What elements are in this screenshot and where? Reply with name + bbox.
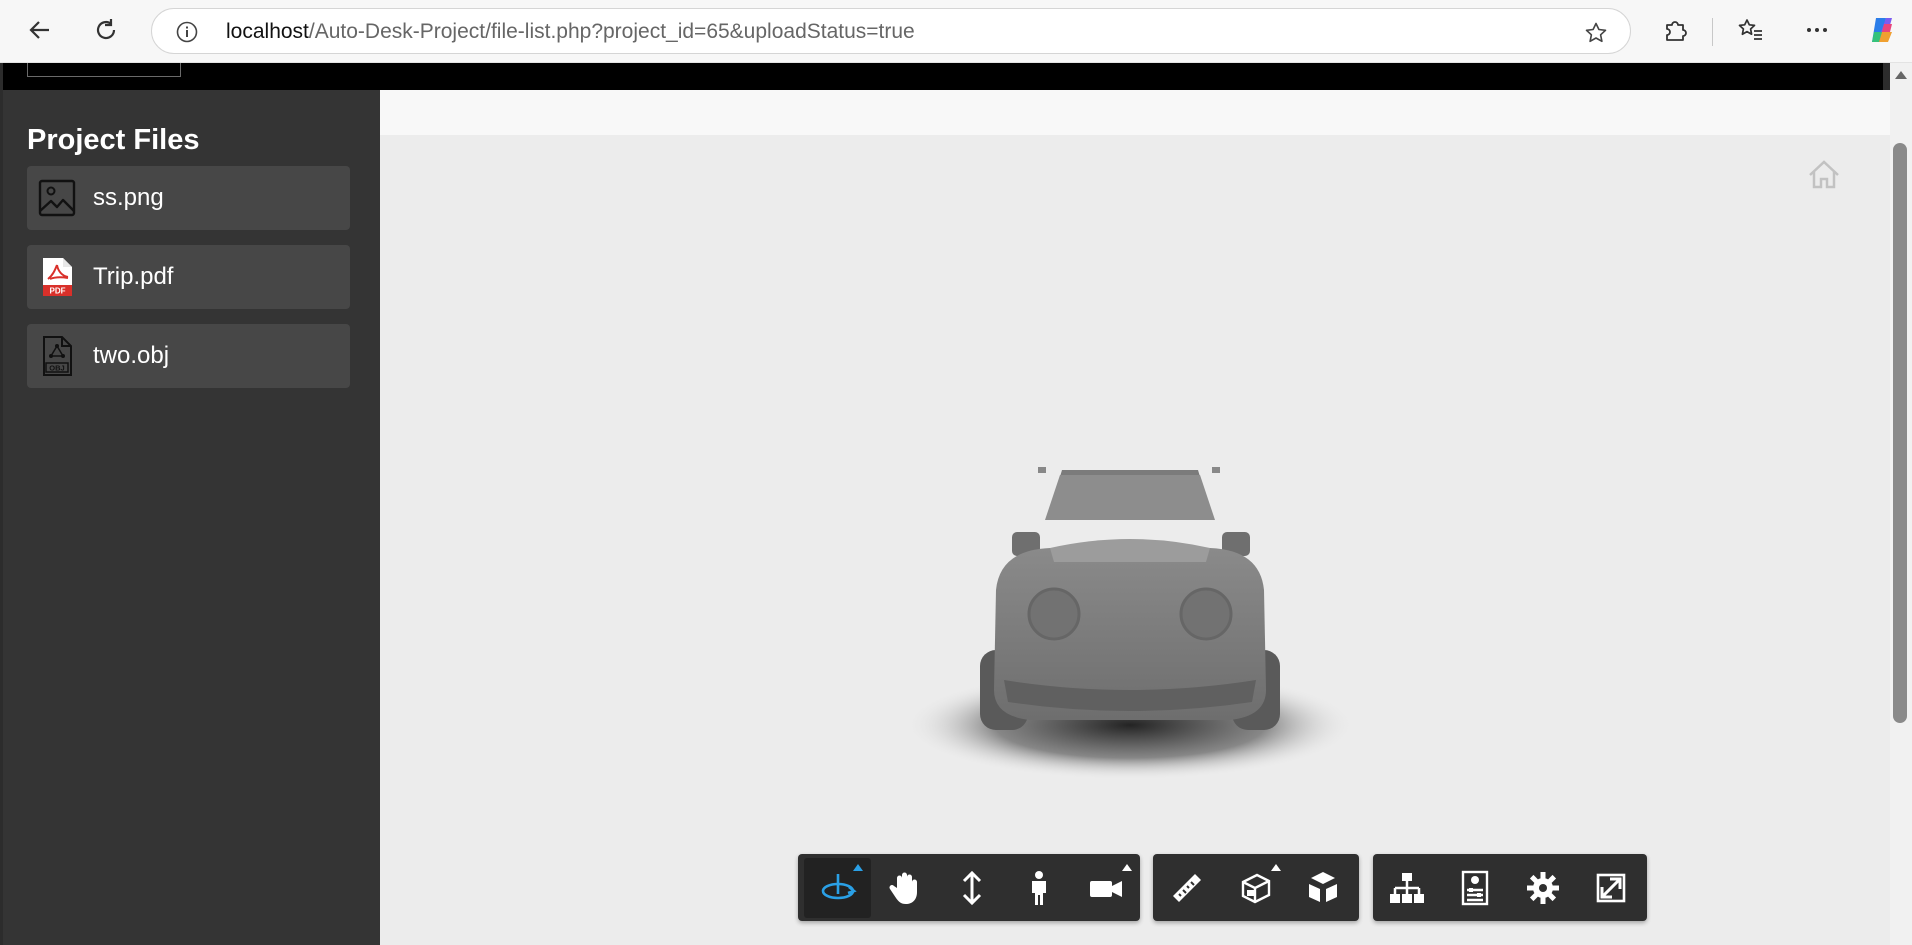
obj-file-icon: OBJ xyxy=(37,336,77,376)
fullscreen-icon xyxy=(1596,873,1626,902)
url-path: /Auto-Desk-Project/file-list.php?project… xyxy=(308,20,915,43)
fullscreen-button[interactable] xyxy=(1577,858,1645,918)
back-arrow-icon xyxy=(29,21,49,39)
camera-icon xyxy=(1090,880,1123,897)
section-icon xyxy=(1241,873,1271,903)
properties-button[interactable] xyxy=(1441,858,1509,918)
more-menu-button[interactable] xyxy=(1801,14,1833,46)
favorite-star-icon[interactable] xyxy=(1584,21,1608,45)
pdf-file-icon: PDF xyxy=(37,257,77,297)
refresh-icon xyxy=(96,19,116,40)
back-button[interactable] xyxy=(20,10,60,50)
explode-tool-button[interactable] xyxy=(1289,858,1357,918)
camera-tool-button[interactable] xyxy=(1073,858,1140,918)
pdf-badge: PDF xyxy=(50,287,66,296)
file-item-ss-png[interactable]: ss.png xyxy=(27,166,350,230)
toolbar-divider xyxy=(1712,18,1713,46)
scroll-thumb[interactable] xyxy=(1893,143,1907,723)
model-browser-button[interactable] xyxy=(1373,858,1441,918)
zoom-icon xyxy=(962,870,982,905)
measure-icon xyxy=(1173,873,1201,902)
browser-toolbar: localhost/Auto-Desk-Project/file-list.ph… xyxy=(0,0,1912,63)
url-text[interactable]: localhost/Auto-Desk-Project/file-list.ph… xyxy=(226,9,915,55)
scroll-up-arrow-icon[interactable] xyxy=(1895,71,1907,79)
copilot-button[interactable] xyxy=(1866,14,1898,46)
settings-icon xyxy=(1527,871,1559,904)
obj-badge: OBJ xyxy=(49,364,64,373)
favorites-button[interactable] xyxy=(1734,14,1766,46)
file-name: ss.png xyxy=(93,184,164,211)
navigation-toolbar xyxy=(798,854,1140,921)
favorites-list-icon xyxy=(1738,19,1762,40)
file-name: Trip.pdf xyxy=(93,263,174,290)
home-icon[interactable] xyxy=(1806,158,1842,192)
dropdown-caret[interactable] xyxy=(1122,863,1133,871)
viewer-header xyxy=(380,90,1890,135)
first-person-icon xyxy=(1032,870,1047,905)
section-tool-button[interactable] xyxy=(1221,858,1289,918)
settings-button[interactable] xyxy=(1509,858,1577,918)
pan-tool-button[interactable] xyxy=(871,858,938,918)
site-info-icon[interactable] xyxy=(176,21,198,43)
measure-tool-button[interactable] xyxy=(1153,858,1221,918)
dropdown-caret[interactable] xyxy=(853,863,864,871)
modeling-toolbar xyxy=(1153,854,1359,921)
file-item-trip-pdf[interactable]: PDF Trip.pdf xyxy=(27,245,350,309)
logo-box[interactable] xyxy=(27,63,181,77)
app-page: Project Files ss.png PDF Trip.pdf OBJ tw… xyxy=(0,63,1890,945)
settings-toolbar xyxy=(1373,854,1647,921)
first-person-tool-button[interactable] xyxy=(1006,858,1073,918)
puzzle-icon xyxy=(1666,21,1687,41)
file-item-two-obj[interactable]: OBJ two.obj xyxy=(27,324,350,388)
image-file-icon xyxy=(37,178,77,218)
copilot-icon xyxy=(1872,18,1892,42)
url-host: localhost xyxy=(226,20,309,43)
zoom-tool-button[interactable] xyxy=(938,858,1005,918)
extensions-button[interactable] xyxy=(1659,14,1691,46)
model-viewer[interactable] xyxy=(380,90,1890,945)
address-bar[interactable]: localhost/Auto-Desk-Project/file-list.ph… xyxy=(151,8,1631,54)
sidebar: Project Files ss.png PDF Trip.pdf OBJ tw… xyxy=(3,90,380,945)
page-scrollbar[interactable] xyxy=(1890,63,1912,945)
properties-icon xyxy=(1461,870,1489,905)
file-name: two.obj xyxy=(93,342,170,369)
sidebar-title: Project Files xyxy=(27,124,200,156)
pan-icon xyxy=(889,872,917,904)
car-model[interactable] xyxy=(900,390,1360,810)
more-dots-icon xyxy=(1807,28,1827,32)
dropdown-caret[interactable] xyxy=(1271,863,1281,871)
orbit-tool-button[interactable] xyxy=(804,857,872,918)
explode-icon xyxy=(1309,871,1337,902)
orbit-icon xyxy=(821,873,857,899)
app-top-bar xyxy=(3,63,1883,90)
model-browser-icon xyxy=(1390,872,1424,903)
refresh-button[interactable] xyxy=(86,10,126,50)
